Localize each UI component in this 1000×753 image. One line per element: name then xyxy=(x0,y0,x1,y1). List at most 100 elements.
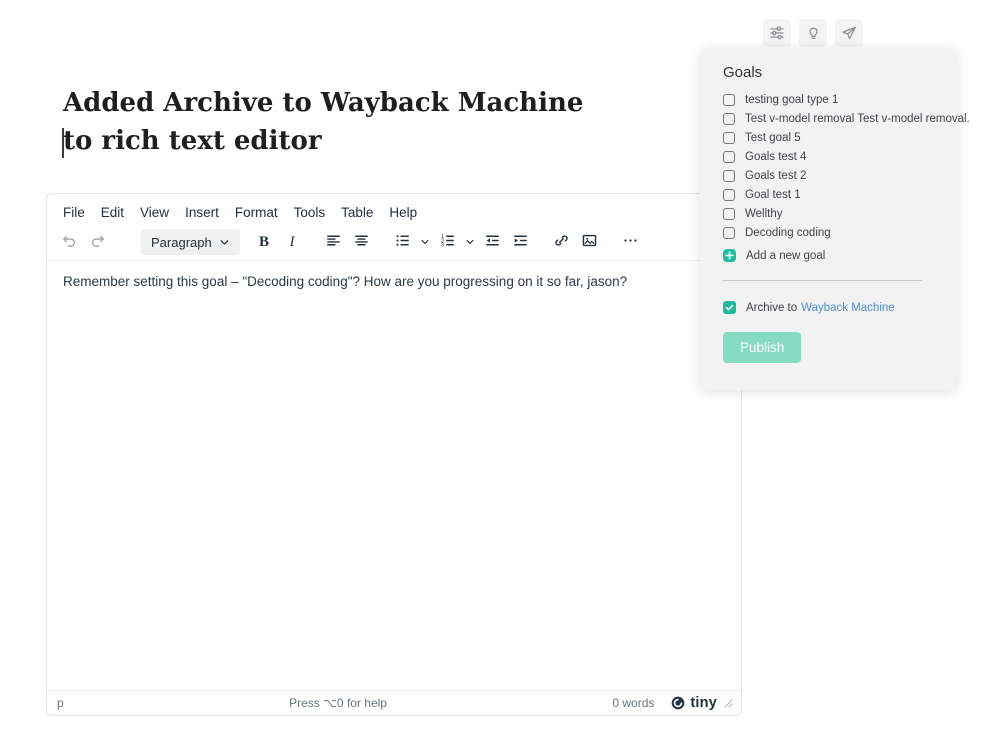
editor-paragraph: Remember setting this goal – "Decoding c… xyxy=(63,274,628,289)
archive-label: Archive to xyxy=(746,301,798,314)
goal-label: Goal test 1 xyxy=(745,189,801,201)
goals-panel-title: Goals xyxy=(723,64,763,81)
paragraph-style-select[interactable]: Paragraph xyxy=(141,229,240,255)
goal-row[interactable]: Decoding coding xyxy=(723,227,933,239)
image-icon xyxy=(581,232,598,252)
more-button[interactable] xyxy=(618,229,642,255)
bold-icon: B xyxy=(258,233,269,250)
help-text: Press ⌥0 for help xyxy=(289,696,387,710)
more-group xyxy=(618,229,646,255)
undo-icon xyxy=(61,232,78,252)
text-cursor xyxy=(62,128,64,158)
indent-icon xyxy=(512,232,529,252)
post-title-line-1: Added Archive to Wayback Machine xyxy=(63,88,584,118)
add-goal-button[interactable]: Add a new goal xyxy=(723,249,933,262)
sliders-icon xyxy=(768,24,786,42)
lightbulb-button[interactable] xyxy=(799,19,827,47)
publish-button[interactable]: Publish xyxy=(723,332,802,363)
goal-label: Test v-model removal Test v-model remova… xyxy=(745,113,970,125)
menu-format[interactable]: Format xyxy=(227,201,286,224)
settings-sliders-button[interactable] xyxy=(763,19,791,47)
bullet-list-button[interactable] xyxy=(390,229,414,255)
plus-icon xyxy=(723,249,736,262)
editor-toolbar: Paragraph B I 123 xyxy=(47,226,741,261)
goal-label: Wellthy xyxy=(745,208,783,220)
send-button[interactable] xyxy=(835,19,863,47)
indent-button[interactable] xyxy=(508,229,532,255)
goal-row[interactable]: Test goal 5 xyxy=(723,132,933,144)
editor-content[interactable]: Remember setting this goal – "Decoding c… xyxy=(47,261,741,690)
goal-row[interactable]: Wellthy xyxy=(723,208,933,220)
goal-row[interactable]: Test v-model removal Test v-model remova… xyxy=(723,113,970,125)
goal-checkbox[interactable] xyxy=(723,170,735,182)
post-title-line-2: to rich text editor xyxy=(63,126,322,156)
topbar-actions xyxy=(763,19,863,47)
editor-menubar: File Edit View Insert Format Tools Table… xyxy=(47,194,741,226)
svg-text:3: 3 xyxy=(441,243,444,249)
resize-handle[interactable] xyxy=(724,698,733,708)
panel-divider xyxy=(723,280,922,281)
goal-checkbox[interactable] xyxy=(723,189,735,201)
menu-file[interactable]: File xyxy=(55,201,93,224)
numbered-list-button[interactable]: 123 xyxy=(435,229,459,255)
wayback-machine-link[interactable]: Wayback Machine xyxy=(801,302,895,314)
goal-label: Goals test 4 xyxy=(745,151,807,163)
align-left-button[interactable] xyxy=(321,229,345,255)
goal-checkbox[interactable] xyxy=(723,227,735,239)
menu-tools[interactable]: Tools xyxy=(286,201,334,224)
history-group xyxy=(57,229,113,255)
numbered-list-icon: 123 xyxy=(439,232,456,252)
bullet-list-icon xyxy=(394,232,411,252)
rich-text-editor: File Edit View Insert Format Tools Table… xyxy=(46,193,742,716)
goal-checkbox[interactable] xyxy=(723,113,735,125)
goal-row[interactable]: Goal test 1 xyxy=(723,189,933,201)
goal-row[interactable]: Goals test 4 xyxy=(723,151,933,163)
goal-row[interactable]: Goals test 2 xyxy=(723,170,933,182)
lightbulb-icon xyxy=(805,25,822,42)
page: Goals testing goal type 1 Test v-model r… xyxy=(0,0,1000,753)
align-left-icon xyxy=(325,232,342,252)
italic-icon: I xyxy=(289,233,295,250)
italic-button[interactable]: I xyxy=(280,229,304,255)
list-indent-group: 123 xyxy=(390,229,536,255)
bold-button[interactable]: B xyxy=(252,229,276,255)
post-title[interactable]: Added Archive to Wayback Machine to rich… xyxy=(63,84,583,160)
more-dots-icon xyxy=(622,232,639,252)
outdent-icon xyxy=(484,232,501,252)
goal-checkbox[interactable] xyxy=(723,132,735,144)
bullet-list-chevron[interactable] xyxy=(418,229,431,255)
image-button[interactable] xyxy=(577,229,601,255)
goal-label: Test goal 5 xyxy=(745,132,801,144)
word-count: 0 words xyxy=(612,696,655,710)
align-group xyxy=(321,229,377,255)
tiny-brand-text: tiny xyxy=(690,695,717,711)
goal-checkbox[interactable] xyxy=(723,151,735,163)
goal-checkbox[interactable] xyxy=(723,208,735,220)
insert-group xyxy=(549,229,605,255)
undo-button[interactable] xyxy=(57,229,81,255)
goal-label: Decoding coding xyxy=(745,227,831,239)
tiny-logo-icon xyxy=(670,695,686,711)
goal-checkbox[interactable] xyxy=(723,94,735,106)
goal-row[interactable]: testing goal type 1 xyxy=(723,94,933,106)
redo-icon xyxy=(89,232,106,252)
archive-row: Archive to Wayback Machine xyxy=(723,301,933,314)
redo-button[interactable] xyxy=(85,229,109,255)
add-goal-label: Add a new goal xyxy=(746,249,826,262)
menu-view[interactable]: View xyxy=(132,201,177,224)
link-button[interactable] xyxy=(549,229,573,255)
element-path[interactable]: p xyxy=(57,696,64,710)
menu-table[interactable]: Table xyxy=(333,201,381,224)
tiny-brand-link[interactable]: tiny xyxy=(670,695,717,711)
align-center-button[interactable] xyxy=(349,229,373,255)
goals-panel: Goals testing goal type 1 Test v-model r… xyxy=(700,48,970,390)
outdent-button[interactable] xyxy=(480,229,504,255)
archive-checkbox-checked[interactable] xyxy=(723,301,736,314)
menu-help[interactable]: Help xyxy=(381,201,425,224)
menu-edit[interactable]: Edit xyxy=(93,201,132,224)
send-icon xyxy=(840,24,858,42)
numbered-list-chevron[interactable] xyxy=(463,229,476,255)
paragraph-style-label: Paragraph xyxy=(151,234,212,250)
editor-statusbar: p Press ⌥0 for help 0 words tiny xyxy=(47,690,741,715)
menu-insert[interactable]: Insert xyxy=(177,201,227,224)
